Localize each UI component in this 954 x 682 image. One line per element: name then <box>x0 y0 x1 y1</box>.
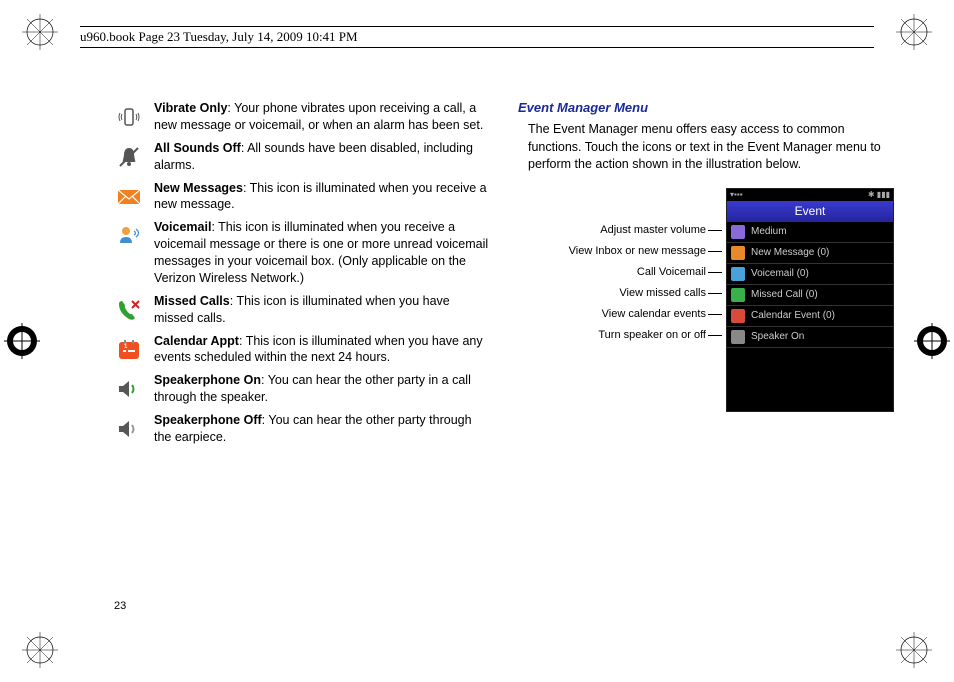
list-item: Missed Calls: This icon is illuminated w… <box>114 293 490 327</box>
menu-item-icon <box>731 267 745 281</box>
diagram-label: Call Voicemail <box>637 262 722 283</box>
diagram-label: View Inbox or new message <box>569 241 722 262</box>
icon-title: Calendar Appt <box>154 334 239 348</box>
icon-title: All Sounds Off <box>154 141 241 155</box>
calendar-icon: 1 <box>114 335 144 365</box>
list-item: Vibrate Only: Your phone vibrates upon r… <box>114 100 490 134</box>
missed-call-icon <box>114 295 144 325</box>
diagram-label: Turn speaker on or off <box>598 325 722 346</box>
menu-item-icon <box>731 225 745 239</box>
menu-item-icon <box>731 246 745 260</box>
speakerphone-on-icon <box>114 374 144 404</box>
list-item: Speakerphone Off: You can hear the other… <box>114 412 490 446</box>
menu-item: Missed Call (0) <box>727 284 893 305</box>
icon-glossary-column: Vibrate Only: Your phone vibrates upon r… <box>114 100 490 450</box>
icon-title: Voicemail <box>154 220 211 234</box>
crop-mark-icon <box>4 323 40 359</box>
event-manager-column: Event Manager Menu The Event Manager men… <box>518 100 894 450</box>
icon-title: Vibrate Only <box>154 101 227 115</box>
menu-item-icon <box>731 330 745 344</box>
crop-mark-icon <box>896 632 932 668</box>
status-bar: ▾▪▪▪✱ ▮▮▮ <box>727 189 893 201</box>
page-header: u960.book Page 23 Tuesday, July 14, 2009… <box>80 26 874 48</box>
menu-item-label: New Message (0) <box>751 247 829 258</box>
list-item: Speakerphone On: You can hear the other … <box>114 372 490 406</box>
menu-item-label: Medium <box>751 226 787 237</box>
crop-mark-icon <box>914 323 950 359</box>
crop-mark-icon <box>22 14 58 50</box>
speakerphone-off-icon <box>114 414 144 444</box>
crop-mark-icon <box>896 14 932 50</box>
list-item: New Messages: This icon is illuminated w… <box>114 180 490 214</box>
menu-item: New Message (0) <box>727 242 893 263</box>
phone-screenshot: ▾▪▪▪✱ ▮▮▮ Event Medium New Message (0) Voi… <box>726 188 894 412</box>
icon-title: Missed Calls <box>154 294 230 308</box>
section-title: Event Manager Menu <box>518 100 894 115</box>
diagram-label: Adjust master volume <box>600 220 722 241</box>
menu-item: Voicemail (0) <box>727 263 893 284</box>
menu-item-label: Missed Call (0) <box>751 289 818 300</box>
sounds-off-icon <box>114 142 144 172</box>
diagram-label: View missed calls <box>619 283 722 304</box>
menu-item-label: Voicemail (0) <box>751 268 809 279</box>
new-message-icon <box>114 182 144 212</box>
menu-item-icon <box>731 309 745 323</box>
menu-item: Speaker On <box>727 326 893 347</box>
list-item: Voicemail: This icon is illuminated when… <box>114 219 490 287</box>
menu-item-icon <box>731 288 745 302</box>
menu-item: Medium <box>727 221 893 242</box>
menu-item-label: Calendar Event (0) <box>751 310 835 321</box>
vibrate-icon <box>114 102 144 132</box>
list-item: All Sounds Off: All sounds have been dis… <box>114 140 490 174</box>
menu-item: Calendar Event (0) <box>727 305 893 326</box>
section-body: The Event Manager menu offers easy acces… <box>528 121 894 174</box>
crop-mark-icon <box>22 632 58 668</box>
icon-title: New Messages <box>154 181 243 195</box>
screen-title: Event <box>727 201 893 221</box>
page-number: 23 <box>114 600 126 612</box>
menu-item-label: Speaker On <box>751 331 804 342</box>
icon-title: Speakerphone On <box>154 373 261 387</box>
icon-title: Speakerphone Off <box>154 413 262 427</box>
list-item: 1 Calendar Appt: This icon is illuminate… <box>114 333 490 367</box>
diagram-label: View calendar events <box>602 304 722 325</box>
event-manager-diagram: Adjust master volume View Inbox or new m… <box>518 188 894 412</box>
voicemail-icon <box>114 221 144 251</box>
